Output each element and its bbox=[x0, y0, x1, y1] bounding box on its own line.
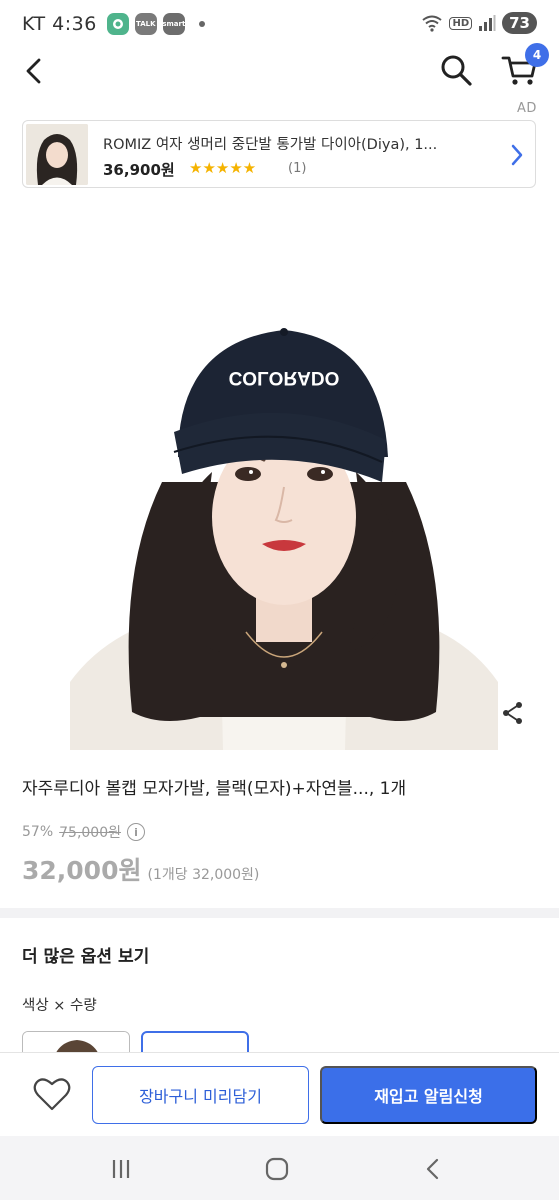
original-price: 75,000원 bbox=[59, 825, 121, 841]
home-icon[interactable] bbox=[262, 1154, 292, 1184]
cap-logo-text: COLORADO bbox=[229, 367, 340, 388]
restock-alert-button[interactable]: 재입고 알림신청 bbox=[320, 1066, 537, 1124]
back-arrow-icon[interactable] bbox=[20, 56, 50, 86]
ad-review-count: (1) bbox=[288, 161, 307, 176]
more-options-heading[interactable]: 더 많은 옵션 보기 bbox=[22, 942, 149, 967]
status-bar: KT 4:36 TALK smart HD 73 bbox=[0, 0, 559, 48]
product-image[interactable]: COLORADO bbox=[70, 322, 498, 750]
wifi-icon bbox=[422, 15, 443, 32]
ad-product-thumbnail bbox=[26, 124, 88, 185]
price-row: 32,000원 (1개당 32,000원) bbox=[22, 851, 259, 887]
section-divider bbox=[0, 908, 559, 918]
ad-rating-stars: ★★★★★ bbox=[189, 159, 257, 177]
system-nav-bar bbox=[0, 1136, 559, 1200]
app-notification-icon bbox=[106, 13, 129, 35]
chevron-right-icon bbox=[511, 144, 523, 166]
battery-indicator: 73 bbox=[502, 12, 537, 34]
product-title: 자주루디아 볼캡 모자가발, 블랙(모자)+자연블..., 1개 bbox=[22, 779, 407, 799]
ad-label: AD bbox=[517, 101, 537, 116]
heart-icon[interactable] bbox=[32, 1075, 72, 1113]
smart-notification-icon: smart bbox=[162, 13, 185, 35]
discount-rate: 57% bbox=[22, 824, 54, 840]
unit-price: (1개당 32,000원) bbox=[147, 867, 260, 883]
carrier-time: KT 4:36 bbox=[22, 13, 97, 35]
cart-preview-button[interactable]: 장바구니 미리담기 bbox=[92, 1066, 309, 1124]
system-back-icon[interactable] bbox=[418, 1154, 448, 1184]
ad-product-title: ROMIZ 여자 생머리 중단발 통가발 다이아(Diya), 1... bbox=[103, 137, 438, 153]
talk-notification-icon: TALK bbox=[134, 13, 157, 35]
recent-apps-icon[interactable] bbox=[106, 1154, 136, 1184]
search-icon[interactable] bbox=[438, 52, 474, 88]
cart-count-badge: 4 bbox=[525, 43, 549, 67]
option-type-label: 색상 × 수량 bbox=[22, 998, 97, 1014]
discount-row: 57% 75,000원 i bbox=[22, 822, 145, 842]
signal-icon bbox=[479, 15, 496, 31]
ad-product-price: 36,900원 bbox=[103, 161, 175, 179]
sale-price: 32,000원 bbox=[22, 856, 142, 885]
status-indicators: HD 73 bbox=[421, 12, 537, 34]
share-icon[interactable] bbox=[500, 700, 526, 726]
hd-voice-icon: HD bbox=[449, 16, 473, 30]
bottom-action-bar: 장바구니 미리담기 재입고 알림신청 bbox=[0, 1052, 559, 1136]
more-notifications-dot bbox=[198, 21, 205, 27]
ad-banner[interactable]: ROMIZ 여자 생머리 중단발 통가발 다이아(Diya), 1... 36,… bbox=[22, 120, 536, 188]
info-icon[interactable]: i bbox=[127, 823, 145, 841]
top-nav bbox=[0, 48, 559, 96]
